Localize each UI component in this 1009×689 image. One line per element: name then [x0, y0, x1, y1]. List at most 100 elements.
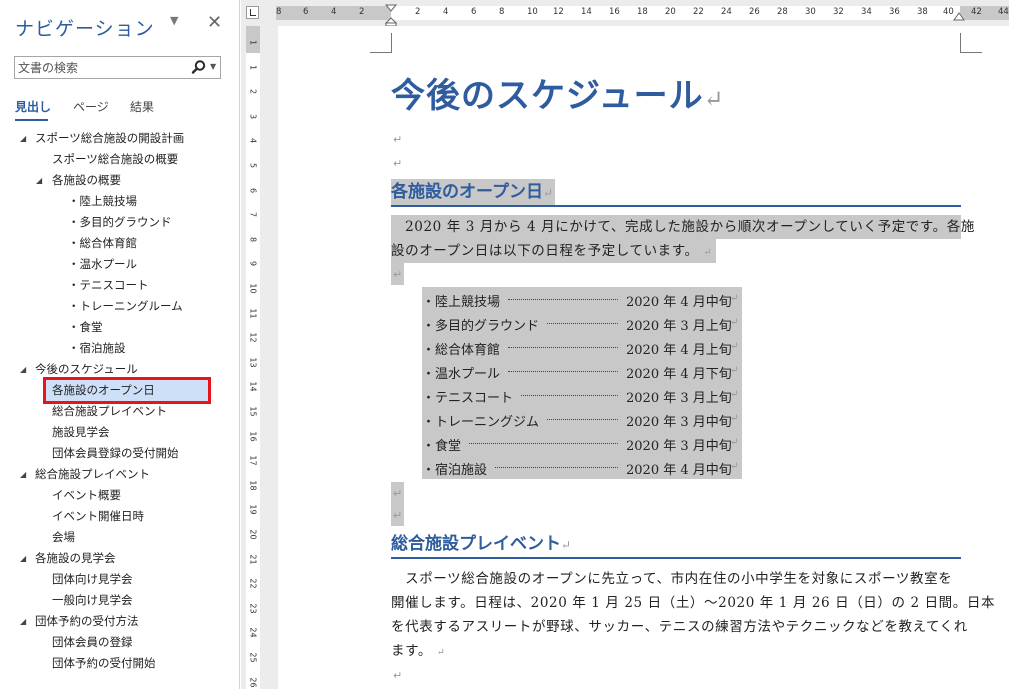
nav-heading-item-selected[interactable]: 各施設のオープン日: [0, 380, 239, 401]
ruler-tick-label: 6: [471, 7, 477, 17]
schedule-row[interactable]: ・総合体育館 2020 年 4 月上旬 ↵: [422, 335, 742, 359]
nav-heading-label: 一般向け見学会: [52, 593, 133, 607]
tab-headings[interactable]: 見出し: [15, 98, 51, 115]
indent-markers-icon[interactable]: [385, 4, 397, 26]
nav-heading-item[interactable]: ・トレーニングルーム: [0, 296, 239, 317]
opening-date: 2020 年 3 月上旬: [626, 391, 732, 406]
paragraph-mark: ↵: [393, 509, 403, 522]
nav-heading-item[interactable]: 総合施設プレイベント: [0, 401, 239, 422]
body-text-line[interactable]: 設のオープン日は以下の日程を予定しています。 ↵: [391, 239, 717, 263]
close-icon[interactable]: ✕: [207, 12, 222, 33]
ruler-tick-label: 10: [248, 283, 258, 294]
nav-heading-item[interactable]: ・宿泊施設: [0, 338, 239, 359]
nav-heading-item[interactable]: イベント概要: [0, 485, 239, 506]
ruler-tick-label: 30: [805, 7, 816, 17]
ruler-tick-label: 6: [303, 7, 309, 17]
nav-heading-label: 施設見学会: [52, 425, 110, 439]
nav-heading-item[interactable]: ◢ 各施設の見学会: [0, 548, 239, 569]
search-options-chevron-icon[interactable]: ▼: [210, 62, 216, 71]
ruler-tick-label: 9: [248, 261, 258, 267]
nav-heading-item[interactable]: ◢ スポーツ総合施設の開設計画: [0, 128, 239, 149]
nav-heading-item[interactable]: 団体予約の受付開始: [0, 653, 239, 674]
nav-heading-item[interactable]: イベント開催日時: [0, 506, 239, 527]
ruler-tick-label: 44: [998, 7, 1009, 17]
ruler-tick-label: 20: [248, 529, 258, 540]
section-heading-pre-event[interactable]: 総合施設プレイベント↵: [391, 531, 571, 557]
collapse-toggle-icon[interactable]: ◢: [20, 128, 26, 149]
nav-heading-item[interactable]: ◢ 今後のスケジュール: [0, 359, 239, 380]
paragraph-mark: ↵: [730, 341, 739, 352]
nav-options-dropdown-icon[interactable]: ▼: [170, 14, 178, 27]
ruler-tick-label: 12: [553, 7, 564, 17]
ruler-tick-label: 4: [443, 7, 449, 17]
nav-heading-item[interactable]: 団体向け見学会: [0, 569, 239, 590]
nav-heading-label: スポーツ総合施設の開設計画: [35, 131, 185, 145]
schedule-row[interactable]: ・テニスコート 2020 年 3 月上旬 ↵: [422, 383, 742, 407]
ruler-tick-label: 16: [248, 431, 258, 442]
opening-date: 2020 年 4 月上旬: [626, 343, 732, 358]
nav-heading-item[interactable]: ◢ 各施設の概要: [0, 170, 239, 191]
nav-heading-label: 団体予約の受付方法: [35, 614, 139, 628]
nav-heading-item[interactable]: ◢ 総合施設プレイベント: [0, 464, 239, 485]
ruler-tick-label: 42: [971, 7, 982, 17]
collapse-toggle-icon[interactable]: ◢: [36, 170, 42, 191]
collapse-toggle-icon[interactable]: ◢: [20, 359, 26, 380]
blank-paragraph: ↵: [391, 504, 404, 526]
tab-stop-selector[interactable]: [246, 6, 259, 19]
nav-heading-label: 会場: [52, 530, 75, 544]
nav-heading-item[interactable]: ・多目的グラウンド: [0, 212, 239, 233]
nav-heading-item[interactable]: ・温水プール: [0, 254, 239, 275]
nav-heading-label: 団体向け見学会: [52, 572, 133, 586]
nav-heading-item[interactable]: 団体会員登録の受付開始: [0, 443, 239, 464]
facility-name: ・食堂: [422, 439, 462, 454]
ruler-tick-label: 22: [693, 7, 704, 17]
nav-heading-label: ・多目的グラウンド: [68, 215, 172, 229]
search-input[interactable]: [18, 59, 186, 76]
collapse-toggle-icon[interactable]: ◢: [20, 464, 26, 485]
nav-heading-item[interactable]: ・陸上競技場: [0, 191, 239, 212]
nav-heading-item[interactable]: ・テニスコート: [0, 275, 239, 296]
dot-leader: [521, 394, 618, 396]
nav-heading-item[interactable]: スポーツ総合施設の概要: [0, 149, 239, 170]
dot-leader: [469, 442, 618, 444]
nav-heading-label: スポーツ総合施設の概要: [52, 152, 179, 166]
ruler-tick-label: 11: [248, 308, 258, 319]
schedule-row[interactable]: ・トレーニングジム 2020 年 3 月中旬 ↵: [422, 407, 742, 431]
schedule-row[interactable]: ・食堂 2020 年 3 月中旬 ↵: [422, 431, 742, 455]
nav-heading-item[interactable]: 団体会員の登録: [0, 632, 239, 653]
ruler-tick-label: 36: [889, 7, 900, 17]
tab-pages[interactable]: ページ: [73, 98, 109, 115]
collapse-toggle-icon[interactable]: ◢: [20, 611, 26, 632]
opening-date: 2020 年 3 月中旬: [626, 415, 732, 430]
document-title[interactable]: 今後のスケジュール↵: [391, 68, 725, 117]
collapse-toggle-icon[interactable]: ◢: [20, 548, 26, 569]
body-text-line[interactable]: 2020 年 3 月から 4 月にかけて、完成した施設から順次オープンしていく予…: [391, 215, 974, 239]
ruler-tick-label: 2: [359, 7, 365, 17]
schedule-row[interactable]: ・宿泊施設 2020 年 4 月中旬 ↵: [422, 455, 742, 479]
paragraph-mark: ↵: [393, 669, 403, 682]
nav-heading-item[interactable]: 施設見学会: [0, 422, 239, 443]
body-text-line[interactable]: ます。 ↵: [391, 639, 445, 663]
body-text-line[interactable]: を代表するアスリートが野球、サッカー、テニスの練習方法やテクニックなどを教えてく…: [391, 615, 967, 639]
nav-heading-item[interactable]: 会場: [0, 527, 239, 548]
nav-heading-item[interactable]: ・食堂: [0, 317, 239, 338]
opening-date: 2020 年 3 月中旬: [626, 439, 732, 454]
schedule-row[interactable]: ・陸上競技場 2020 年 4 月中旬 ↵: [422, 287, 742, 311]
ruler-tick-label: 16: [609, 7, 620, 17]
body-text-line[interactable]: スポーツ総合施設のオープンに先立って、市内在住の小中学生を対象にスポーツ教室を: [391, 567, 961, 591]
body-text-line[interactable]: 開催します。日程は、2020 年 1 月 25 日（土）～2020 年 1 月 …: [391, 591, 994, 615]
facility-name: ・総合体育館: [422, 343, 501, 358]
schedule-row[interactable]: ・温水プール 2020 年 4 月下旬 ↵: [422, 359, 742, 383]
nav-heading-item[interactable]: 一般向け見学会: [0, 590, 239, 611]
search-icon[interactable]: [191, 59, 207, 75]
section-heading-opening-dates[interactable]: 各施設のオープン日↵: [391, 179, 555, 205]
document-search-box[interactable]: ▼: [14, 56, 221, 79]
nav-heading-item[interactable]: ◢ 団体予約の受付方法: [0, 611, 239, 632]
right-indent-marker-icon[interactable]: [953, 10, 965, 22]
schedule-row[interactable]: ・多目的グラウンド 2020 年 3 月上旬 ↵: [422, 311, 742, 335]
ruler-tick-label: 20: [665, 7, 676, 17]
ruler-tick-label: 19: [248, 504, 258, 515]
tab-results[interactable]: 結果: [130, 98, 154, 115]
ruler-tick-label: 10: [527, 7, 538, 17]
nav-heading-item[interactable]: ・総合体育館: [0, 233, 239, 254]
